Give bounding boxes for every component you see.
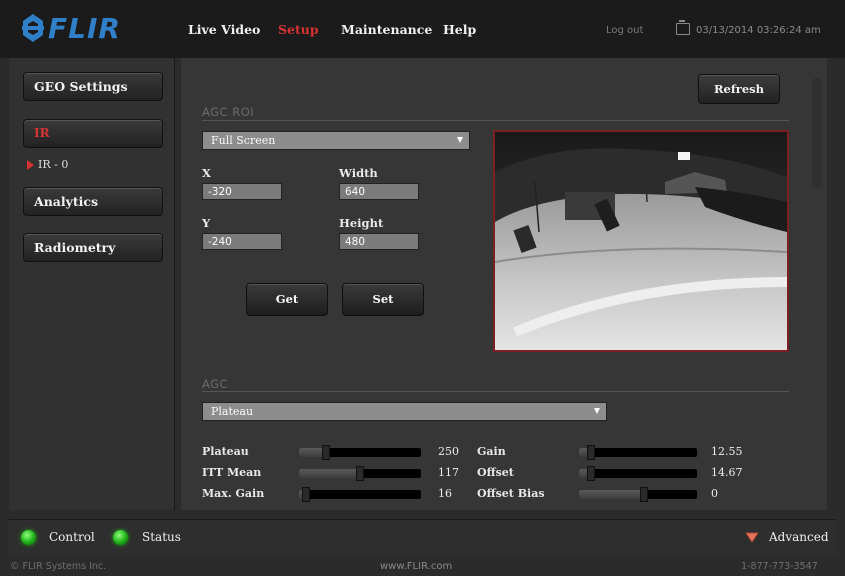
agc-right-slider[interactable] [579, 466, 697, 481]
sidebar-item-geo-settings[interactable]: GEO Settings [23, 72, 163, 101]
sidebar-item-ir[interactable]: IR [23, 119, 163, 148]
calendar-icon [676, 20, 690, 35]
top-header: FLIR Live Video Setup Maintenance Help L… [0, 0, 845, 58]
agc-right-slider-label: Gain [477, 445, 506, 458]
agc-left-slider-label: ITT Mean [202, 466, 262, 479]
width-field[interactable]: 640 [339, 183, 419, 200]
slider-thumb[interactable] [586, 445, 595, 460]
sidebar-item-analytics[interactable]: Analytics [23, 187, 163, 216]
logo-text: FLIR [48, 11, 121, 45]
get-button[interactable]: Get [246, 283, 328, 316]
slider-thumb[interactable] [639, 487, 648, 502]
width-label: Width [339, 166, 378, 180]
agc-right-slider-value: 14.67 [711, 466, 743, 479]
agc-right-slider-value: 0 [711, 487, 718, 500]
agc-left-slider[interactable] [299, 466, 421, 481]
height-label: Height [339, 216, 384, 230]
chevron-down-icon [457, 137, 463, 143]
nav-maintenance[interactable]: Maintenance [341, 22, 432, 37]
slider-fill [579, 490, 644, 499]
slider-thumb[interactable] [321, 445, 330, 460]
agc-right-slider-label: Offset [477, 466, 514, 479]
sidebar-subitem-ir-0[interactable]: IR - 0 [27, 158, 68, 171]
main-panel: Refresh AGC ROI Full Screen X -320 Width… [181, 58, 827, 510]
app-window: FLIR Live Video Setup Maintenance Help L… [0, 0, 845, 576]
scrollbar[interactable] [812, 78, 822, 188]
nav-setup[interactable]: Setup [278, 22, 319, 37]
phone-number: 1-877-773-3547 [741, 561, 818, 572]
chevron-down-icon [594, 408, 600, 414]
thermal-preview-image[interactable] [493, 130, 789, 352]
agc-mode-select-value: Plateau [211, 405, 254, 418]
set-button[interactable]: Set [342, 283, 424, 316]
agc-left-slider[interactable] [299, 487, 421, 502]
nav-help[interactable]: Help [443, 22, 476, 37]
ir-marker-icon [27, 159, 34, 170]
advanced-link[interactable]: Advanced [769, 530, 829, 544]
agc-left-slider[interactable] [299, 445, 421, 460]
copyright-text: © FLIR Systems Inc. [10, 561, 107, 572]
agc-roi-select[interactable]: Full Screen [202, 131, 470, 150]
refresh-button[interactable]: Refresh [698, 74, 780, 104]
agc-right-slider[interactable] [579, 487, 697, 502]
logout-link[interactable]: Log out [606, 25, 643, 36]
x-label: X [202, 166, 211, 180]
agc-left-slider-value: 16 [438, 487, 452, 500]
y-label: Y [202, 216, 211, 230]
agc-right-slider-value: 12.55 [711, 445, 743, 458]
slider-thumb[interactable] [586, 466, 595, 481]
website-link[interactable]: www.FLIR.com [380, 561, 452, 572]
section-divider [202, 391, 789, 392]
agc-title: AGC [202, 377, 229, 391]
slider-thumb[interactable] [356, 466, 364, 481]
datetime-display: 03/13/2014 03:26:24 am [696, 25, 821, 36]
agc-roi-title: AGC ROI [202, 105, 255, 119]
height-field[interactable]: 480 [339, 233, 419, 250]
section-divider [202, 120, 789, 121]
nav-live-video[interactable]: Live Video [188, 22, 260, 37]
sidebar: GEO Settings IR IR - 0 Analytics Radiome… [9, 58, 175, 510]
y-field[interactable]: -240 [202, 233, 282, 250]
control-label: Control [49, 530, 95, 544]
agc-right-slider[interactable] [579, 445, 697, 460]
agc-left-slider-value: 117 [438, 466, 459, 479]
agc-mode-select[interactable]: Plateau [202, 402, 607, 421]
status-label: Status [142, 530, 181, 544]
agc-left-slider-label: Plateau [202, 445, 249, 458]
control-status-icon [21, 530, 36, 545]
slider-fill [299, 469, 360, 478]
thermal-scene [495, 132, 787, 350]
slider-thumb[interactable] [302, 487, 311, 502]
status-indicator-icon [113, 530, 128, 545]
agc-left-slider-value: 250 [438, 445, 459, 458]
x-field[interactable]: -320 [202, 183, 282, 200]
agc-right-slider-label: Offset Bias [477, 487, 545, 500]
flir-logo: FLIR [22, 10, 121, 46]
advanced-expand-icon[interactable] [745, 530, 759, 544]
sidebar-subitem-label: IR - 0 [38, 158, 69, 171]
flir-logo-icon [22, 14, 44, 42]
sidebar-item-radiometry[interactable]: Radiometry [23, 233, 163, 262]
status-bar: Control Status Advanced [9, 519, 836, 555]
agc-left-slider-label: Max. Gain [202, 487, 265, 500]
agc-roi-select-value: Full Screen [211, 134, 276, 147]
